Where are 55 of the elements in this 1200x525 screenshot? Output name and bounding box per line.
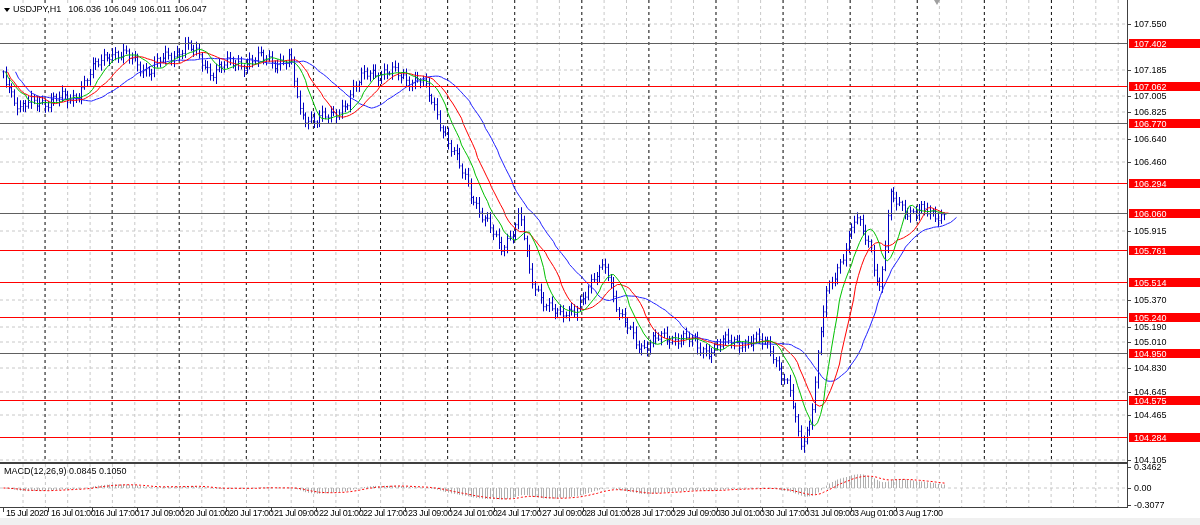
chart-shift-icon[interactable]	[934, 0, 940, 5]
price-level-tag: 105.514	[1129, 278, 1200, 287]
symbol-label: USDJPY,H1	[13, 3, 62, 16]
time-tick-label: 23 Jul 09:00	[408, 508, 453, 518]
price-tick-label: 104.645	[1134, 387, 1167, 397]
time-tick-label: 20 Jul 17:00	[229, 508, 274, 518]
time-tick-label: 31 Jul 09:00	[810, 508, 855, 518]
time-tick-label: 21 Jul 09:00	[274, 508, 319, 518]
time-tick-label: 15 Jul 2020	[6, 508, 49, 518]
time-tick-label: 30 Jul 17:00	[765, 508, 810, 518]
price-level-tag: 106.294	[1129, 179, 1200, 188]
price-tick-label: 105.010	[1134, 337, 1167, 347]
price-level-tag: 105.240	[1129, 313, 1200, 322]
indicator-tick-label: 0.00	[1134, 483, 1152, 493]
time-tick-label: 3 Aug 17:00	[899, 508, 943, 518]
time-tick-label: 29 Jul 09:00	[676, 508, 721, 518]
price-tick-label: 106.460	[1134, 157, 1167, 167]
time-tick-label: 20 Jul 01:00	[185, 508, 230, 518]
time-tick-label: 22 Jul 17:00	[363, 508, 408, 518]
price-tick-label: 107.185	[1134, 65, 1167, 75]
price-level-tag: 104.284	[1129, 433, 1200, 442]
price-tick-label: 104.830	[1134, 363, 1167, 373]
price-quote: 106.047	[174, 3, 207, 16]
price-quote: 106.049	[103, 3, 137, 16]
price-level-tag: 106.770	[1129, 119, 1200, 128]
time-tick-label: 30 Jul 01:00	[720, 508, 765, 518]
time-tick-label: 16 Jul 17:00	[95, 508, 140, 518]
price-tick-label: 106.640	[1134, 134, 1167, 144]
price-tick-label: 105.190	[1134, 322, 1167, 332]
price-level-tag: 105.761	[1129, 246, 1200, 255]
price-tick-label: 107.005	[1134, 91, 1167, 101]
price-level-tag: 104.575	[1129, 396, 1200, 405]
time-tick-label: 28 Jul 01:00	[586, 508, 631, 518]
indicator-label: MACD(12,26,9) 0.0845 0.1050	[4, 465, 127, 478]
price-level-tag: 107.062	[1129, 82, 1200, 91]
indicator-tick-label: -0.3077	[1134, 500, 1165, 510]
price-tick-label: 105.370	[1134, 295, 1167, 305]
time-tick-label: 28 Jul 17:00	[631, 508, 676, 518]
price-tick-label: 104.465	[1134, 410, 1167, 420]
time-tick-label: 17 Jul 09:00	[140, 508, 185, 518]
price-tick-label: 106.825	[1134, 107, 1167, 117]
time-tick-label: 24 Jul 17:00	[497, 508, 542, 518]
price-tick-label: 105.915	[1134, 226, 1167, 236]
time-tick-label: 22 Jul 01:00	[319, 508, 364, 518]
price-tick-label: 107.550	[1134, 19, 1167, 29]
price-level-tag: 106.060	[1129, 209, 1200, 218]
price-quote: 106.011	[139, 3, 172, 16]
price-level-tag: 107.402	[1129, 39, 1200, 48]
time-tick-label: 16 Jul 01:00	[51, 508, 96, 518]
time-tick-label: 3 Aug 01:00	[854, 508, 898, 518]
price-level-tag: 104.950	[1129, 349, 1200, 358]
price-quote: 106.036	[68, 3, 101, 16]
time-tick-label: 27 Jul 09:00	[542, 508, 587, 518]
time-tick-label: 24 Jul 01:00	[453, 508, 498, 518]
dropdown-icon[interactable]	[4, 7, 10, 12]
